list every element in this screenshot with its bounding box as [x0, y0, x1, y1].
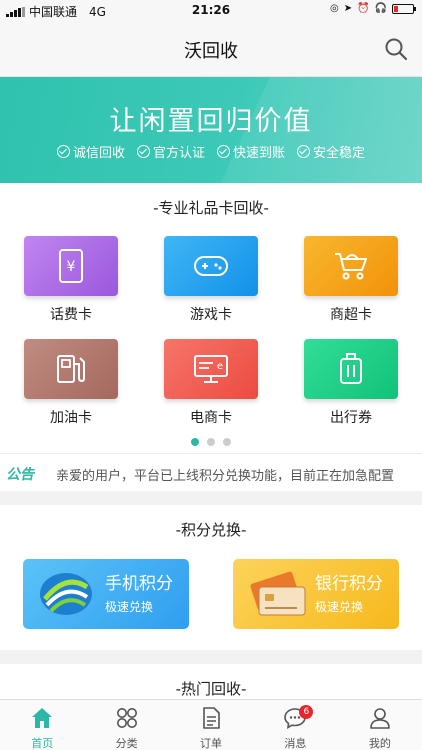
- gift-item-label: 加油卡: [50, 410, 92, 426]
- banner-tag: 诚信回收: [56, 142, 125, 161]
- svg-text:e: e: [217, 361, 223, 372]
- navigation-bar: 沃回收: [0, 20, 422, 77]
- banner-tag: 快速到账: [217, 142, 285, 161]
- monitor-icon: e: [194, 355, 228, 383]
- page-title: 沃回收: [184, 41, 238, 62]
- gift-item-label: 出行券: [330, 410, 372, 426]
- banner-tags: 诚信回收 官方认证 快速到账 安全稳定: [0, 142, 422, 161]
- tab-category[interactable]: 分类: [84, 700, 168, 750]
- gamepad-icon: [194, 256, 228, 276]
- check-circle-icon: [217, 145, 230, 158]
- location-icon: ➤: [343, 3, 353, 14]
- gift-item-label: 话费卡: [50, 307, 92, 323]
- carousel-page-indicator[interactable]: [0, 438, 422, 446]
- hot-recycling-section: -热门回收-: [0, 664, 422, 704]
- section-title: -热门回收-: [175, 680, 247, 698]
- announcement-bar[interactable]: 公告 亲爱的用户，平台已上线积分兑换功能，目前正在加急配置: [0, 453, 422, 491]
- lock-rotation-icon: ◎: [329, 3, 339, 14]
- check-circle-icon: [297, 145, 311, 158]
- bank-card-icon: [250, 571, 306, 616]
- section-title: -专业礼品卡回收-: [153, 199, 269, 217]
- page-dot[interactable]: [207, 438, 215, 446]
- gift-item-travel-voucher[interactable]: 出行券: [303, 339, 399, 427]
- category-grid-icon: [116, 708, 137, 728]
- tab-orders[interactable]: 订单: [169, 700, 253, 750]
- home-icon: [32, 708, 53, 728]
- battery-icon: [392, 3, 416, 14]
- phone-card-icon: ¥: [59, 249, 83, 283]
- points-exchange-section: -积分兑换- 手机积分 极速兑换 银行积分 极速兑换: [0, 505, 422, 650]
- bottom-tab-bar: 首页 分类 订单 6 消息 我的: [0, 699, 422, 750]
- gift-item-ecommerce-card[interactable]: e 电商卡: [163, 339, 259, 427]
- user-profile-icon: [370, 708, 390, 729]
- status-bar: 中国联通 4G 21:26 ◎ ➤ ⏰ 🎧: [0, 0, 422, 20]
- announcement-badge: 公告: [6, 467, 34, 483]
- bank-points-card[interactable]: 银行积分 极速兑换: [233, 559, 399, 629]
- app-screen: 中国联通 4G 21:26 ◎ ➤ ⏰ 🎧 沃回收 让闲置回归价值 诚信回收 官…: [0, 0, 422, 750]
- announcement-text: 亲爱的用户，平台已上线积分兑换功能，目前正在加急配置: [56, 469, 395, 484]
- order-document-icon: [203, 707, 220, 729]
- gift-item-phone-card[interactable]: ¥ 话费卡: [23, 236, 119, 324]
- points-card-title: 银行积分: [315, 574, 383, 594]
- points-card-title: 手机积分: [105, 574, 173, 594]
- page-dot-active[interactable]: [191, 438, 199, 446]
- headphones-icon: 🎧: [374, 3, 387, 14]
- gift-item-fuel-card[interactable]: 加油卡: [23, 339, 119, 427]
- gift-item-label: 电商卡: [190, 410, 232, 426]
- tab-messages[interactable]: 6 消息: [253, 700, 337, 750]
- page-dot[interactable]: [223, 438, 231, 446]
- banner-tag: 安全稳定: [297, 142, 365, 161]
- tab-profile[interactable]: 我的: [338, 700, 422, 750]
- points-card-subtitle: 极速兑换: [105, 600, 154, 614]
- mobile-points-card[interactable]: 手机积分 极速兑换: [23, 559, 189, 629]
- gift-item-label: 游戏卡: [190, 307, 232, 323]
- banner-headline: 让闲置回归价值: [109, 106, 313, 137]
- search-icon[interactable]: [384, 37, 408, 61]
- unread-count-badge: 6: [299, 705, 314, 719]
- luggage-icon: [340, 353, 362, 384]
- shopping-cart-icon: [335, 253, 367, 280]
- alarm-icon: ⏰: [357, 3, 370, 14]
- china-mobile-logo-icon: [40, 573, 92, 615]
- tab-home[interactable]: 首页: [0, 700, 84, 750]
- gift-item-label: 商超卡: [330, 307, 372, 323]
- promo-banner[interactable]: 让闲置回归价值 诚信回收 官方认证 快速到账 安全稳定: [0, 77, 422, 183]
- check-circle-icon: [136, 145, 150, 158]
- banner-tag: 官方认证: [136, 142, 205, 161]
- gift-card-section: -专业礼品卡回收- ¥ 话费卡 游戏卡 商超卡 加油卡 e 电商卡 出行券: [0, 183, 422, 453]
- check-circle-icon: [56, 145, 70, 158]
- gift-item-supermarket-card[interactable]: 商超卡: [303, 236, 399, 324]
- gift-item-game-card[interactable]: 游戏卡: [163, 236, 259, 324]
- fuel-pump-icon: [57, 355, 85, 383]
- svg-text:¥: ¥: [67, 259, 76, 275]
- status-icons: ◎ ➤ ⏰ 🎧: [329, 3, 416, 14]
- points-card-subtitle: 极速兑换: [315, 600, 364, 614]
- section-title: -积分兑换-: [175, 521, 247, 539]
